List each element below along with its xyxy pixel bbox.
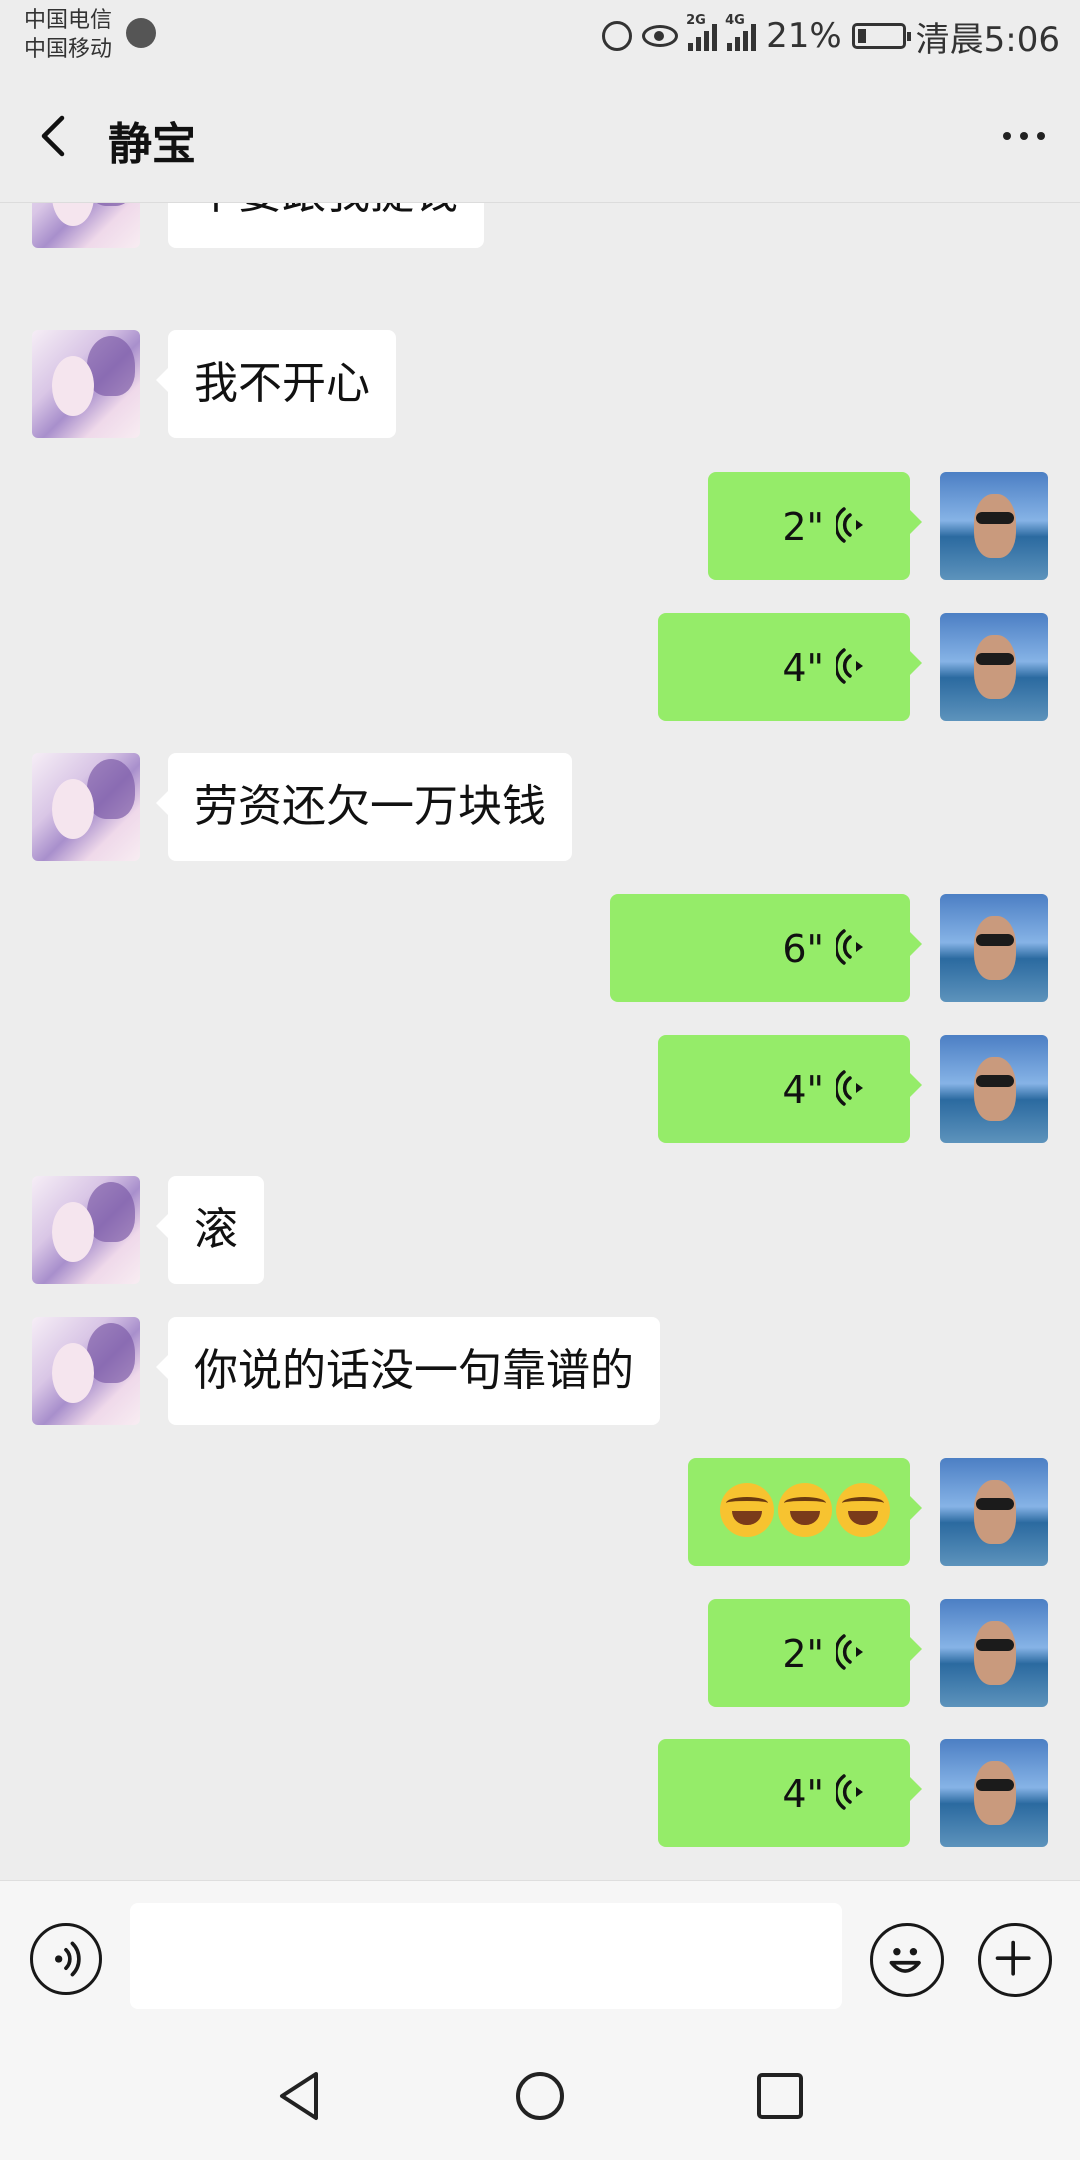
contact-avatar[interactable] — [32, 330, 140, 438]
message-text: 滚 — [194, 1204, 238, 1255]
input-bar — [0, 1880, 1080, 2031]
my-avatar[interactable] — [940, 894, 1048, 1002]
circle-home-icon[interactable] — [512, 2068, 568, 2124]
message-row: 4" — [0, 1739, 1080, 1847]
text-message-bubble[interactable]: 我不开心 — [156, 330, 396, 438]
battery-icon — [851, 23, 911, 49]
net-4g-label: 4G — [725, 13, 745, 28]
message-row: 劳资还欠一万块钱 — [0, 753, 1080, 861]
page-title: 静宝 — [108, 119, 196, 170]
message-row: 你说的话没一句靠谱的 — [0, 1317, 1080, 1425]
contact-avatar[interactable] — [32, 753, 140, 861]
facepalm-laughing-emoji — [778, 1483, 832, 1537]
message-row: 我不开心 — [0, 330, 1080, 438]
signal-4g-icon: 4G — [725, 13, 757, 51]
voice-message-bubble[interactable]: 6" — [610, 894, 922, 1002]
my-avatar[interactable] — [940, 472, 1048, 580]
message-row: 6" — [0, 894, 1080, 1002]
voice-message-bubble[interactable]: 4" — [658, 613, 922, 721]
my-avatar[interactable] — [940, 1035, 1048, 1143]
my-avatar[interactable] — [940, 613, 1048, 721]
message-row: 滚 — [0, 1176, 1080, 1284]
chevron-left-icon[interactable] — [32, 112, 80, 160]
message-text: 不要跟我提钱 — [194, 203, 458, 219]
voice-playback-icon — [836, 1774, 863, 1810]
contact-avatar[interactable] — [32, 1176, 140, 1284]
message-row: 4" — [0, 1035, 1080, 1143]
voice-playback-icon — [836, 1634, 863, 1670]
triangle-back-icon[interactable] — [272, 2068, 328, 2124]
eye-comfort-icon — [642, 25, 679, 47]
message-text: 你说的话没一句靠谱的 — [194, 1345, 634, 1396]
alarm-icon — [602, 21, 633, 51]
message-text: 劳资还欠一万块钱 — [194, 781, 546, 832]
net-2g-label: 2G — [686, 13, 706, 28]
message-input[interactable] — [130, 1903, 842, 2009]
smiley-icon[interactable] — [870, 1923, 944, 1997]
voice-playback-icon — [836, 929, 863, 965]
voice-message-bubble[interactable]: 2" — [708, 1599, 922, 1707]
message-row: 2" — [0, 472, 1080, 580]
carrier-2: 中国移动 — [24, 37, 113, 62]
voice-mode-icon[interactable] — [30, 1923, 102, 1995]
message-row: 4" — [0, 613, 1080, 721]
message-row: 不要跟我提钱 — [0, 203, 1080, 248]
my-avatar[interactable] — [940, 1739, 1048, 1847]
status-bar: 中国电信 中国移动 2G 4G 21% 清晨5:06 — [0, 0, 1080, 72]
battery-percent: 21% — [766, 16, 842, 56]
hd-call-icon — [126, 18, 156, 48]
voice-playback-icon — [836, 648, 863, 684]
emoji-message-bubble[interactable] — [688, 1458, 922, 1566]
system-nav-bar — [0, 2030, 1080, 2160]
message-row: 2" — [0, 1599, 1080, 1707]
plus-circle-icon[interactable] — [978, 1923, 1052, 1997]
text-message-bubble[interactable]: 不要跟我提钱 — [168, 203, 484, 248]
contact-avatar[interactable] — [32, 1317, 140, 1425]
voice-duration: 2" — [782, 1632, 824, 1676]
contact-avatar[interactable] — [32, 203, 140, 248]
message-list[interactable]: 不要跟我提钱我不开心 2" 4" 劳资还欠一万块钱 6" 4" 滚你说的话没一句靠谱的 2" 4… — [0, 203, 1080, 1879]
clock: 清晨5:06 — [915, 19, 1060, 60]
text-message-bubble[interactable]: 你说的话没一句靠谱的 — [156, 1317, 660, 1425]
my-avatar[interactable] — [940, 1599, 1048, 1707]
voice-duration: 6" — [782, 927, 824, 971]
signal-2g-icon: 2G — [686, 13, 718, 51]
voice-duration: 4" — [782, 1772, 824, 1816]
voice-playback-icon — [836, 1070, 863, 1106]
square-recents-icon[interactable] — [752, 2068, 808, 2124]
carrier-info: 中国电信 中国移动 — [24, 6, 112, 64]
facepalm-laughing-emoji — [720, 1483, 774, 1537]
voice-playback-icon — [836, 507, 863, 543]
my-avatar[interactable] — [940, 1458, 1048, 1566]
message-text: 我不开心 — [194, 358, 370, 409]
battery-fill — [857, 29, 867, 43]
message-row — [0, 1458, 1080, 1566]
text-message-bubble[interactable]: 劳资还欠一万块钱 — [156, 753, 572, 861]
chat-header: 静宝 — [0, 72, 1080, 203]
more-dots-icon[interactable] — [996, 112, 1052, 160]
voice-message-bubble[interactable]: 4" — [658, 1035, 922, 1143]
text-message-bubble[interactable]: 滚 — [156, 1176, 264, 1284]
status-icons: 2G 4G 21% 清晨5:06 — [602, 13, 1060, 60]
carrier-1: 中国电信 — [24, 8, 113, 33]
voice-message-bubble[interactable]: 2" — [708, 472, 922, 580]
voice-duration: 2" — [782, 505, 824, 549]
voice-message-bubble[interactable]: 4" — [658, 1739, 922, 1847]
facepalm-laughing-emoji — [836, 1483, 890, 1537]
voice-duration: 4" — [782, 1068, 824, 1112]
voice-duration: 4" — [782, 646, 824, 690]
